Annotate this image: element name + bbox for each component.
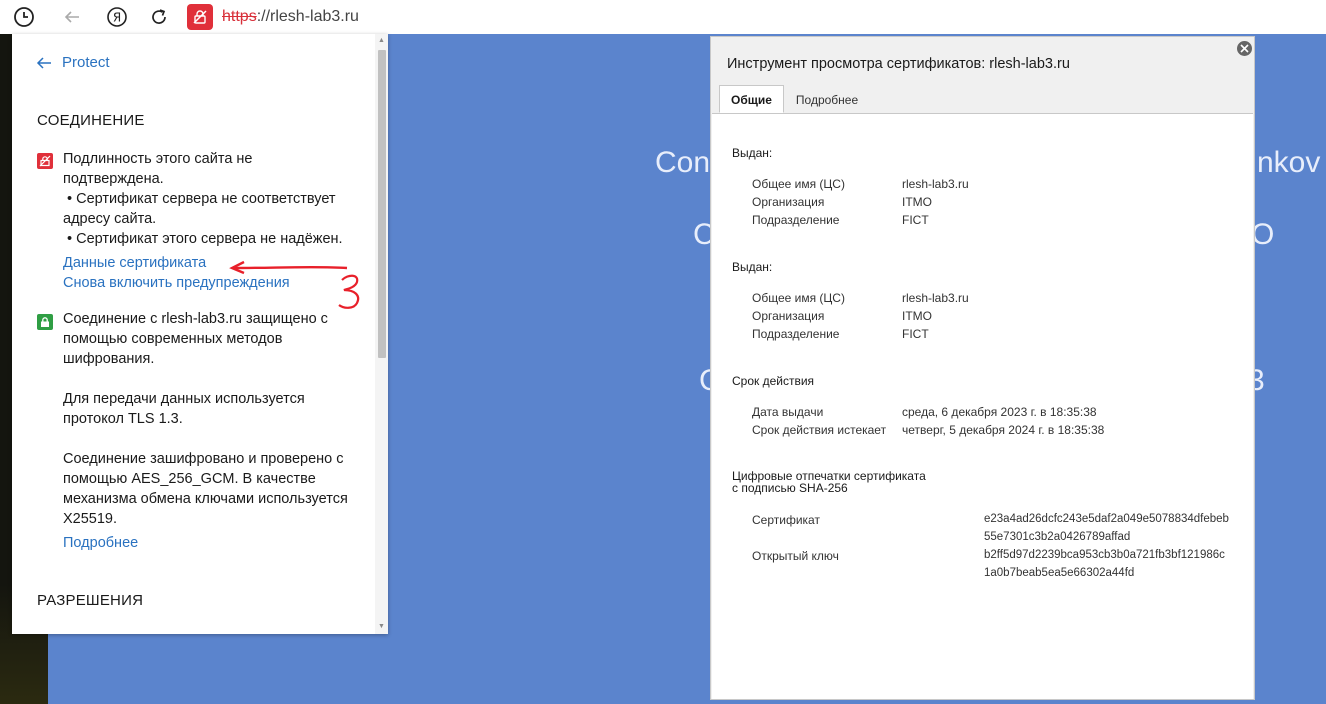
text-line: шифрования. xyxy=(63,351,155,367)
dialog-tabs: Общие Подробнее xyxy=(719,85,870,113)
close-icon xyxy=(1240,44,1249,53)
public-key-fingerprint-label: Открытый ключ xyxy=(752,549,839,563)
field-value: ITMO xyxy=(902,195,932,209)
connection-heading: СОЕДИНЕНИЕ xyxy=(37,112,145,129)
page-heading-fragment: nkov xyxy=(1257,146,1321,179)
field-value: четверг, 5 декабря 2024 г. в 18:35:38 xyxy=(902,423,1105,437)
text-line: протокол TLS 1.3. xyxy=(63,411,183,427)
clock-icon xyxy=(14,7,34,27)
field-value: среда, 6 декабря 2023 г. в 18:35:38 xyxy=(902,405,1097,419)
tab-details[interactable]: Подробнее xyxy=(784,85,870,113)
warning-line: подтверждена. xyxy=(63,171,164,187)
tab-general[interactable]: Общие xyxy=(719,85,784,113)
hash-line: 1a0b7beab5ea5e66302a44fd xyxy=(984,567,1135,579)
site-info-panel: Protect СОЕДИНЕНИЕ Подлинность этого сай… xyxy=(12,34,388,634)
field-label: Общее имя (ЦС) xyxy=(752,291,845,305)
page-heading-fragment: Con xyxy=(655,146,711,179)
warning-line: • Сертификат этого сервера не надёжен. xyxy=(63,231,343,247)
field-value: rlesh-lab3.ru xyxy=(902,177,969,191)
field-label: Дата выдачи xyxy=(752,405,824,419)
scroll-up-arrow-icon[interactable]: ▲ xyxy=(377,37,386,45)
url-protocol: https xyxy=(222,8,257,25)
field-value: ITMO xyxy=(902,309,932,323)
hash-line: e23a4ad26dcfc243e5daf2a049e5078834dfebeb xyxy=(984,513,1229,525)
field-label: Общее имя (ЦС) xyxy=(752,177,845,191)
panel-scrollbar[interactable]: ▲ ▼ xyxy=(375,34,388,634)
scroll-thumb[interactable] xyxy=(378,50,386,358)
field-label: Организация xyxy=(752,309,825,323)
tls-protocol-text: Для передачи данных используется протоко… xyxy=(63,389,305,429)
certificate-fingerprint-value: e23a4ad26dcfc243e5daf2a049e5078834dfebeb… xyxy=(984,510,1229,546)
address-bar[interactable]: https://rlesh-lab3.ru xyxy=(222,8,359,26)
browser-toolbar: Я https://rlesh-lab3.ru xyxy=(0,0,1326,34)
url-host: ://rlesh-lab3.ru xyxy=(256,8,359,25)
broken-lock-icon xyxy=(193,10,207,24)
broken-lock-icon xyxy=(37,153,53,169)
arrow-left-icon xyxy=(36,56,51,69)
warning-line: • Сертификат сервера не соответствует xyxy=(63,191,336,207)
validity-heading: Срок действия xyxy=(732,374,815,388)
history-clock-button[interactable] xyxy=(11,4,37,30)
text-line: помощью современных методов xyxy=(63,331,283,347)
text-line: Для передачи данных используется xyxy=(63,391,305,407)
reload-icon xyxy=(152,9,166,24)
field-value: rlesh-lab3.ru xyxy=(902,291,969,305)
hash-line: 55e7301c3b2a0426789affad xyxy=(984,531,1131,543)
field-value: FICT xyxy=(902,213,929,227)
field-label: Подразделение xyxy=(752,213,840,227)
field-label: Организация xyxy=(752,195,825,209)
close-button[interactable] xyxy=(1237,41,1252,56)
secure-connection-text: Соединение с rlesh-lab3.ru защищено с по… xyxy=(63,309,328,369)
public-key-fingerprint-value: b2ff5d97d2239bca953cb3b0a721fb3bf121986c… xyxy=(984,546,1225,582)
yandex-icon: Я xyxy=(107,7,127,27)
protect-label: Protect xyxy=(62,54,110,71)
dialog-title: Инструмент просмотра сертификатов: rlesh… xyxy=(727,56,1070,72)
yandex-button[interactable]: Я xyxy=(104,4,130,30)
warning-line: Подлинность этого сайта не xyxy=(63,151,253,167)
issued-by-heading: Выдан: xyxy=(732,260,773,274)
more-details-link[interactable]: Подробнее xyxy=(63,533,138,553)
insecure-lock-button[interactable] xyxy=(187,4,213,30)
svg-text:Я: Я xyxy=(113,11,121,25)
field-label: Подразделение xyxy=(752,327,840,341)
warning-line: адресу сайта. xyxy=(63,211,157,227)
hash-line: b2ff5d97d2239bca953cb3b0a721fb3bf121986c xyxy=(984,549,1225,561)
text-line: помощью AES_256_GCM. В качестве xyxy=(63,471,316,487)
lock-icon xyxy=(37,314,53,330)
heading-line: с подписью SHA-256 xyxy=(732,481,848,495)
arrow-left-icon xyxy=(64,11,79,23)
protect-back-link[interactable]: Protect xyxy=(36,54,110,71)
scroll-down-arrow-icon[interactable]: ▼ xyxy=(377,623,386,631)
reload-button[interactable] xyxy=(146,4,172,30)
issued-to-heading: Выдан: xyxy=(732,146,773,160)
certificate-fingerprint-label: Сертификат xyxy=(752,513,820,527)
permissions-heading: РАЗРЕШЕНИЯ xyxy=(37,592,144,609)
field-value: FICT xyxy=(902,327,929,341)
back-button[interactable] xyxy=(59,4,85,30)
field-label: Срок действия истекает xyxy=(752,423,887,437)
text-line: механизма обмена ключами используется xyxy=(63,491,348,507)
certificate-data-link[interactable]: Данные сертификата xyxy=(63,253,206,273)
general-tab-content: Выдан: Общее имя (ЦС) rlesh-lab3.ru Орга… xyxy=(712,113,1253,699)
identity-warning: Подлинность этого сайта не подтверждена.… xyxy=(63,149,343,249)
text-line: Соединение зашифровано и проверено с xyxy=(63,451,344,467)
fingerprints-heading: Цифровые отпечатки сертификата с подпись… xyxy=(732,470,926,494)
certificate-viewer-dialog: Инструмент просмотра сертификатов: rlesh… xyxy=(710,36,1255,700)
text-line: X25519. xyxy=(63,511,118,527)
cipher-text: Соединение зашифровано и проверено с пом… xyxy=(63,449,348,529)
annotation-arrow-icon xyxy=(229,260,360,309)
